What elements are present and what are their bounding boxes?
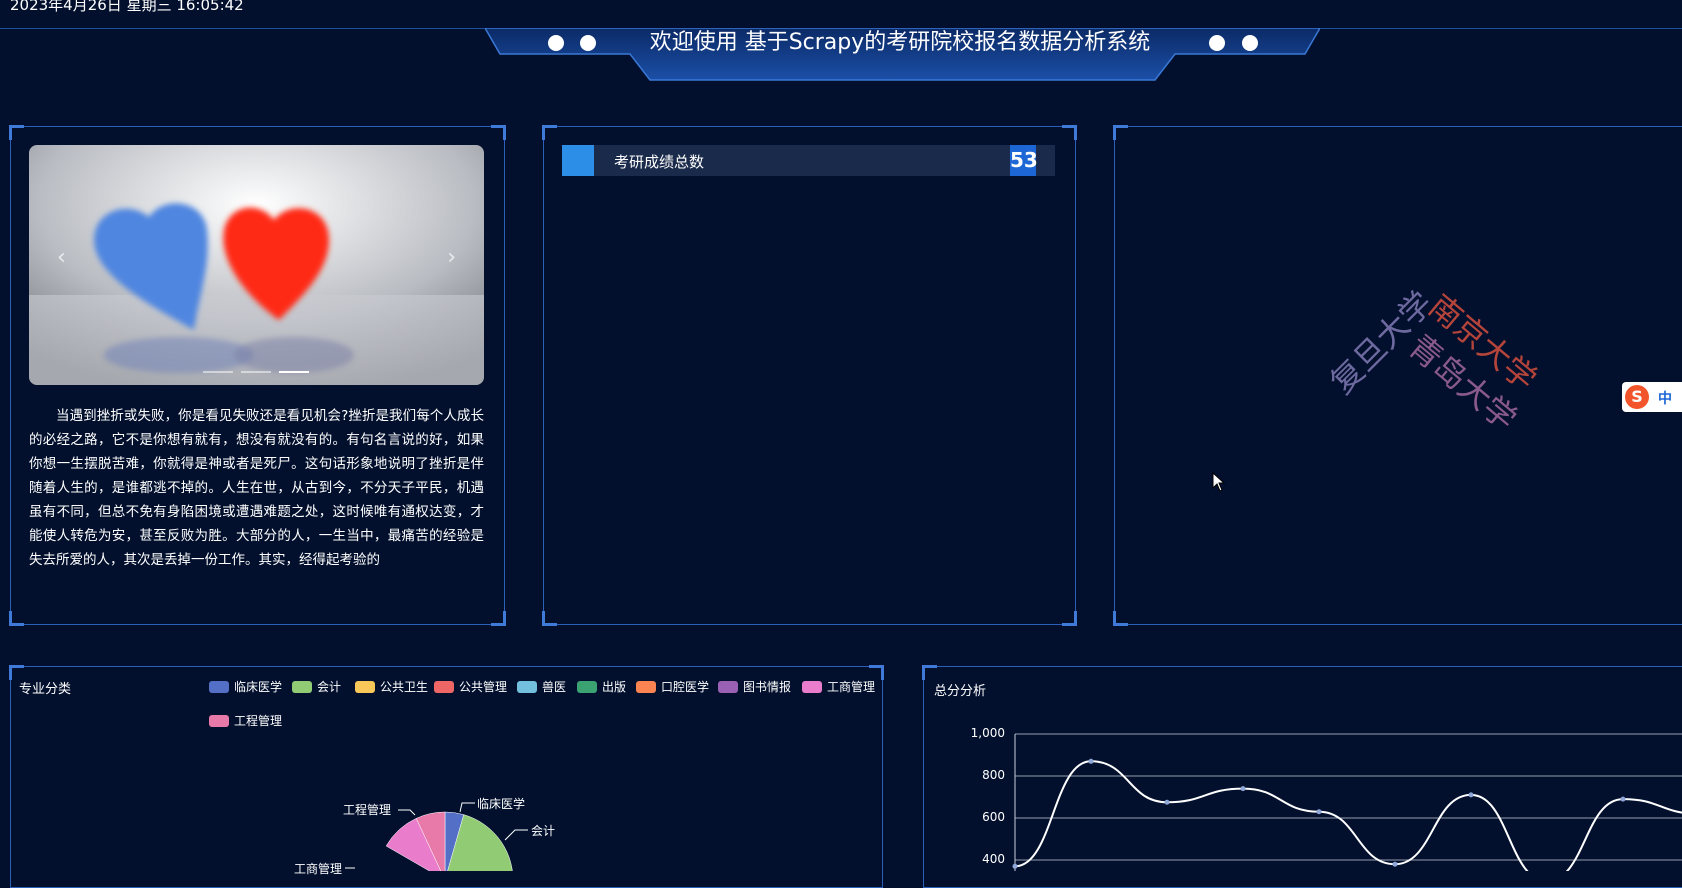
score-point[interactable] (1088, 758, 1094, 764)
score-point[interactable] (1012, 863, 1018, 869)
score-point[interactable] (1316, 809, 1322, 815)
score-point[interactable] (1164, 799, 1170, 805)
score-point[interactable] (1392, 861, 1398, 867)
score-point[interactable] (1240, 786, 1246, 792)
score-point[interactable] (1468, 792, 1474, 798)
line-chart (1012, 733, 1682, 871)
score-series-line (1014, 760, 1682, 871)
score-point[interactable] (1620, 796, 1626, 802)
